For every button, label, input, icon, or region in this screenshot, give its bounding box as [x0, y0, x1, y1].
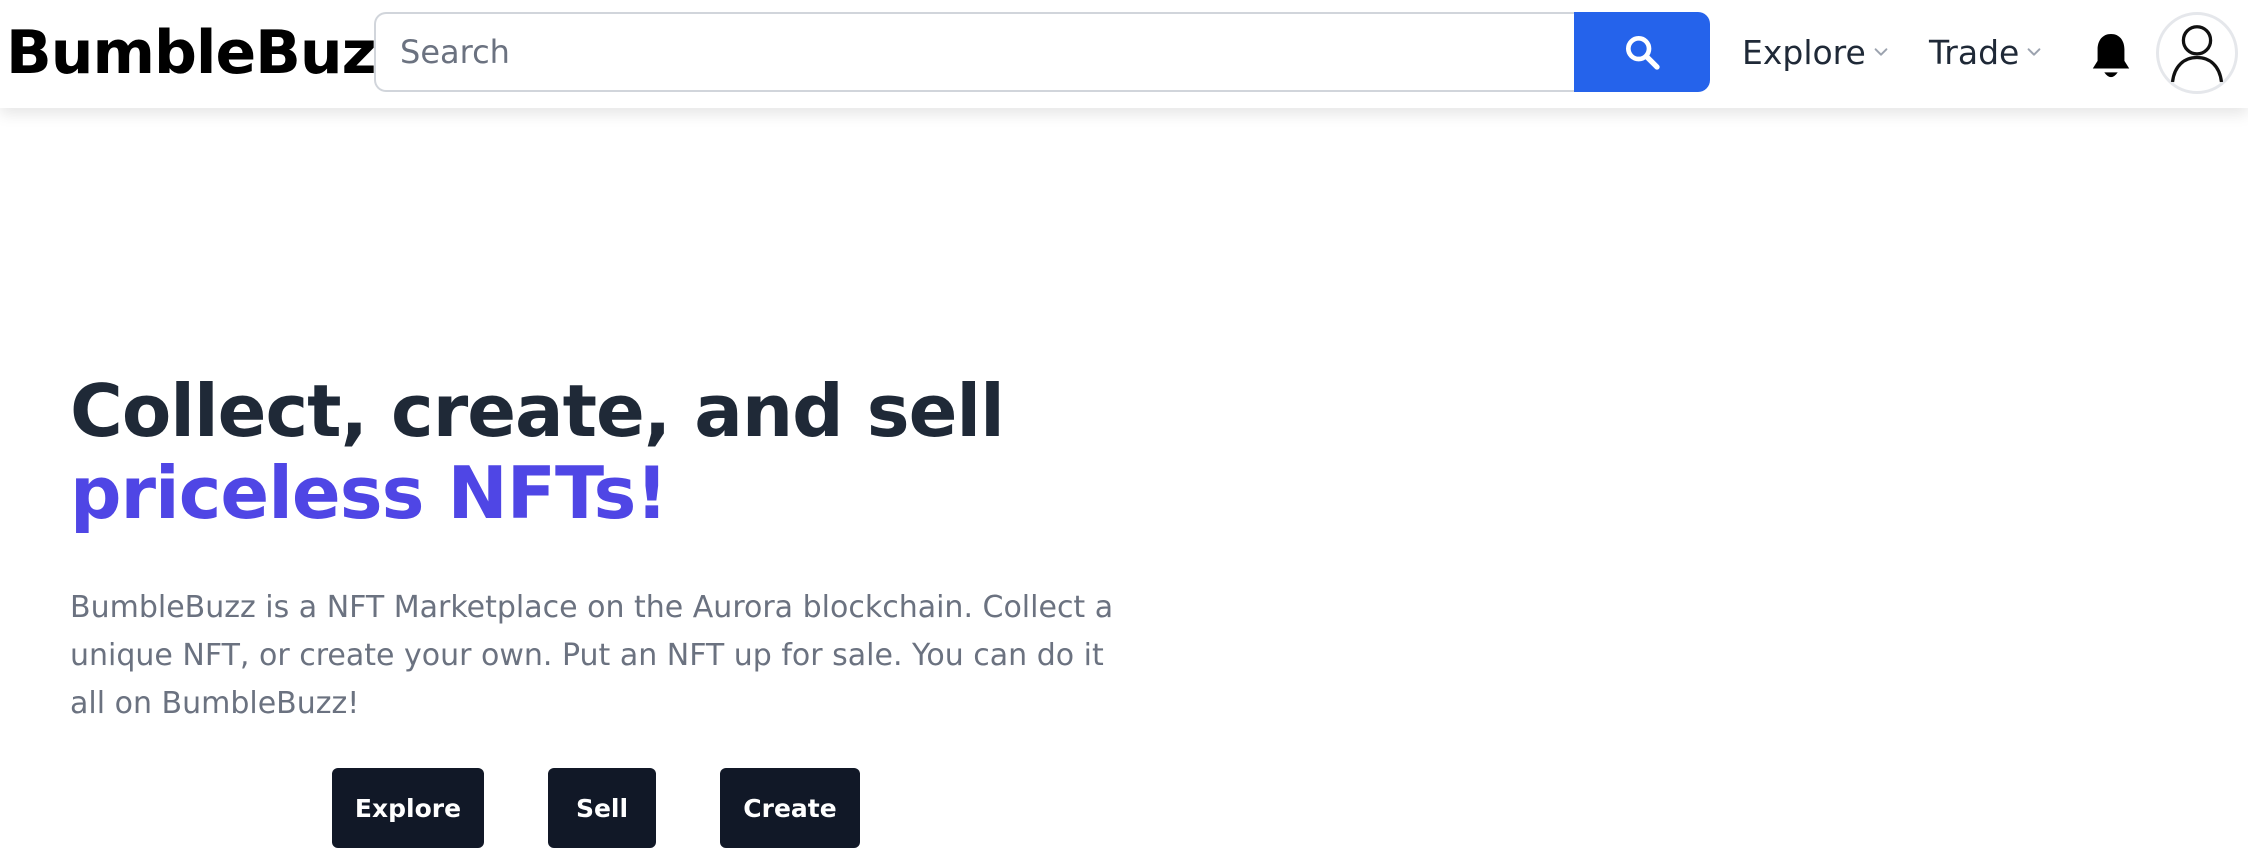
nav-trade-dropdown[interactable]: Trade — [1929, 24, 2043, 80]
top-navbar: BumbleBuzz Explore Trade — [0, 0, 2248, 108]
hero-description: BumbleBuzz is a NFT Marketplace on the A… — [70, 590, 1114, 721]
chevron-down-icon — [1874, 48, 1888, 56]
create-button[interactable]: Create — [720, 768, 860, 848]
chevron-down-icon — [2027, 48, 2041, 56]
hero-title-line1: Collect, create, and sell — [70, 369, 1005, 453]
search-button[interactable] — [1574, 12, 1710, 92]
search-icon — [1626, 36, 1660, 70]
search-input[interactable] — [374, 12, 1574, 92]
logo[interactable]: BumbleBuzz — [6, 18, 410, 88]
sell-button[interactable]: Sell — [548, 768, 656, 848]
nav-explore-dropdown[interactable]: Explore — [1742, 24, 1890, 80]
hero-title-highlight: priceless NFTs! — [70, 451, 668, 535]
nav-trade-label: Trade — [1929, 32, 2020, 72]
notifications-button[interactable] — [2088, 30, 2134, 84]
bell-icon — [2092, 34, 2130, 78]
nav-explore-label: Explore — [1742, 32, 1866, 72]
user-icon — [2170, 25, 2224, 83]
account-button[interactable] — [2156, 12, 2238, 94]
explore-button[interactable]: Explore — [332, 768, 484, 848]
search-bar — [374, 12, 1710, 92]
hero-title: Collect, create, and sell priceless NFTs… — [70, 370, 1170, 534]
